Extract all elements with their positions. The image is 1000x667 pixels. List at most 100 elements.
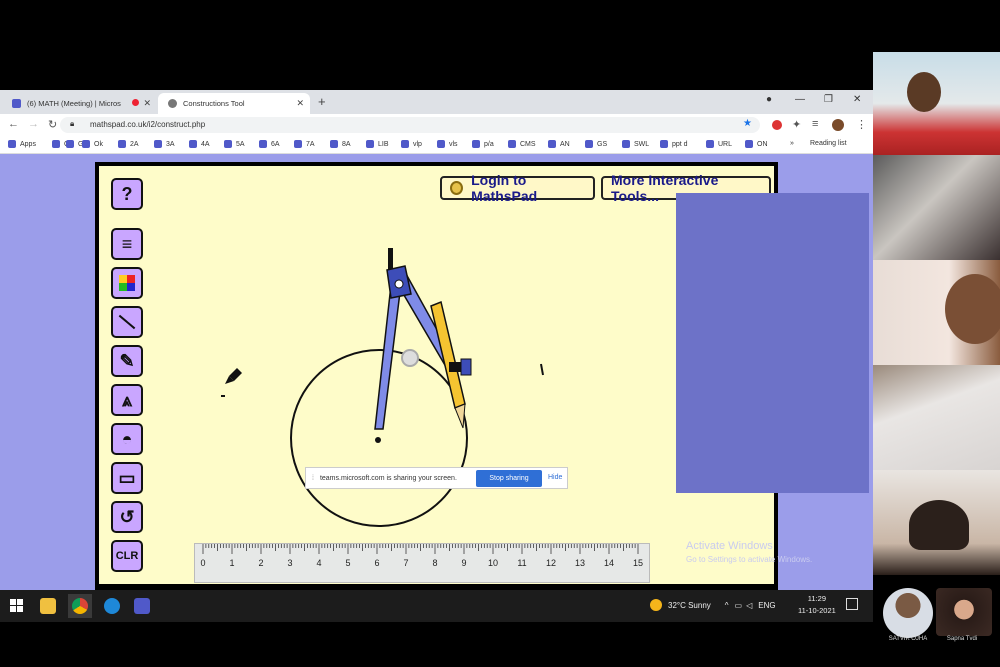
bookmark-icon xyxy=(548,140,556,148)
forward-icon[interactable]: → xyxy=(28,118,39,130)
back-icon[interactable]: ← xyxy=(8,118,19,130)
bookmark-label: Apps xyxy=(20,140,36,148)
profile-icon[interactable]: ● xyxy=(766,94,772,105)
screen-share-bar: ⁞ teams.microsoft.com is sharing your sc… xyxy=(305,467,568,489)
more-bookmarks-icon[interactable]: » xyxy=(790,140,794,147)
bookmark-icon xyxy=(154,140,162,148)
edge-icon[interactable] xyxy=(104,598,120,614)
bookmarks-bar: AppsGGOk2A3A4A5A6A7A8ALIBvlpvlsp/aCMSANG… xyxy=(0,136,873,154)
avatar[interactable] xyxy=(936,588,992,636)
ruler[interactable]: 0 1 2 3 4 5 6 7 8 9 10 11 12 13 14 15 xyxy=(194,543,650,583)
close-icon[interactable]: ✕ xyxy=(143,98,151,109)
ruler-tick-label: 8 xyxy=(432,558,437,568)
bookmark-item[interactable]: vls xyxy=(437,140,458,148)
bookmark-item[interactable]: 4A xyxy=(189,140,210,148)
bookmark-item[interactable]: URL xyxy=(706,140,732,148)
bookmark-item[interactable]: 2A xyxy=(118,140,139,148)
bookmark-item[interactable]: 8A xyxy=(330,140,351,148)
bookmark-label: 3A xyxy=(166,140,175,148)
bookmark-item[interactable]: AN xyxy=(548,140,570,148)
windows-start-icon[interactable] xyxy=(10,599,23,612)
bookmark-item[interactable]: Ok xyxy=(82,140,103,148)
pencil-tip xyxy=(454,403,466,429)
center-point xyxy=(375,437,381,443)
kebab-menu-icon[interactable]: ⋮ xyxy=(856,118,867,131)
reload-icon[interactable]: ↻ xyxy=(48,118,57,131)
weather-text[interactable]: 32°C Sunny xyxy=(668,601,711,610)
tab-strip: (6) MATH (Meeting) | Micros ✕ Constructi… xyxy=(0,90,873,114)
drawing-canvas[interactable]: Login to MathsPad More Interactive Tools… xyxy=(99,166,774,584)
bookmark-item[interactable]: LIB xyxy=(366,140,389,148)
stop-sharing-button[interactable]: Stop sharing xyxy=(476,470,542,487)
notification-icon[interactable] xyxy=(846,598,858,610)
language-indicator[interactable]: ENG xyxy=(758,601,775,610)
ruler-tick-label: 5 xyxy=(345,558,350,568)
media-icon[interactable]: ≡ xyxy=(812,118,818,130)
bookmark-label: 2A xyxy=(130,140,139,148)
bookmark-icon xyxy=(585,140,593,148)
ruler-tick-label: 11 xyxy=(517,558,526,568)
bookmark-icon xyxy=(706,140,714,148)
bookmark-icon xyxy=(472,140,480,148)
participant-name: Sapna Tvdi xyxy=(946,636,978,642)
bookmark-item[interactable]: ON xyxy=(745,140,768,148)
bookmark-item[interactable]: SWL xyxy=(622,140,649,148)
url-text: mathspad.co.uk/i2/construct.php xyxy=(90,120,206,129)
bookmark-item[interactable]: GS xyxy=(585,140,607,148)
hide-link[interactable]: Hide xyxy=(548,474,562,481)
drag-handle-icon[interactable]: ⁞ xyxy=(312,475,314,482)
recording-icon xyxy=(132,99,139,106)
bookmark-item[interactable]: G xyxy=(66,140,83,148)
ruler-tick-label: 7 xyxy=(403,558,408,568)
bookmark-item[interactable]: CMS xyxy=(508,140,536,148)
volume-icon[interactable]: ◁ xyxy=(746,601,752,610)
bookmark-item[interactable]: 3A xyxy=(154,140,175,148)
bookmark-item[interactable]: ppt d xyxy=(660,140,688,148)
teams-icon[interactable] xyxy=(134,598,150,614)
bookmark-item[interactable]: 7A xyxy=(294,140,315,148)
reading-list[interactable]: Reading list xyxy=(810,140,847,147)
maximize-icon[interactable]: ❐ xyxy=(824,94,833,105)
avatar[interactable] xyxy=(883,588,933,638)
ruler-tick-label: 14 xyxy=(604,558,614,568)
bookmark-item[interactable]: vlp xyxy=(401,140,422,148)
clock[interactable]: 11:29 11-10-2021 xyxy=(798,593,836,617)
tab-meeting[interactable]: (6) MATH (Meeting) | Micros ✕ xyxy=(2,93,157,114)
close-window-icon[interactable]: ✕ xyxy=(853,94,861,105)
chevron-up-icon[interactable]: ^ xyxy=(725,601,729,610)
ruler-tick-label: 13 xyxy=(575,558,585,568)
close-icon[interactable]: ✕ xyxy=(296,98,304,109)
bookmark-label: 7A xyxy=(306,140,315,148)
tab-constructions[interactable]: Constructions Tool ✕ xyxy=(158,93,310,114)
bookmark-label: Ok xyxy=(94,140,103,148)
bookmark-icon xyxy=(52,140,60,148)
bookmark-icon xyxy=(622,140,630,148)
minimize-icon[interactable]: — xyxy=(795,94,805,105)
bookmark-label: vlp xyxy=(413,140,422,148)
clock-date: 11-10-2021 xyxy=(798,606,836,615)
bookmark-item[interactable]: p/a xyxy=(472,140,494,148)
adblock-icon[interactable] xyxy=(772,120,782,130)
screen: (6) MATH (Meeting) | Micros ✕ Constructi… xyxy=(0,0,1000,667)
chrome-icon xyxy=(72,598,88,614)
taskbar-chrome-slot[interactable] xyxy=(68,594,92,618)
bookmark-icon xyxy=(366,140,374,148)
avatar[interactable] xyxy=(832,119,844,131)
bookmark-icon xyxy=(745,140,753,148)
ruler-tick-label: 0 xyxy=(200,558,205,568)
bookmark-item[interactable]: 6A xyxy=(259,140,280,148)
bookmark-item[interactable]: Apps xyxy=(8,140,36,148)
construction-drawing xyxy=(221,248,544,527)
file-explorer-icon[interactable] xyxy=(40,598,56,614)
extensions-icon[interactable]: ✦ xyxy=(792,118,801,131)
address-bar: ← → ↻ 🔒︎ mathspad.co.uk/i2/construct.php… xyxy=(0,114,873,136)
new-tab-icon[interactable]: + xyxy=(318,94,326,109)
bookmark-item[interactable]: 5A xyxy=(224,140,245,148)
network-icon[interactable]: ▭ xyxy=(735,601,743,610)
ruler-tick-label: 10 xyxy=(488,558,498,568)
bookmark-label: GS xyxy=(597,140,608,148)
clock-time: 11:29 xyxy=(807,594,827,603)
url-input[interactable]: 🔒︎ mathspad.co.uk/i2/construct.php ★ xyxy=(60,117,760,133)
ruler-tick-label: 1 xyxy=(229,558,234,568)
star-icon[interactable]: ★ xyxy=(743,118,752,129)
